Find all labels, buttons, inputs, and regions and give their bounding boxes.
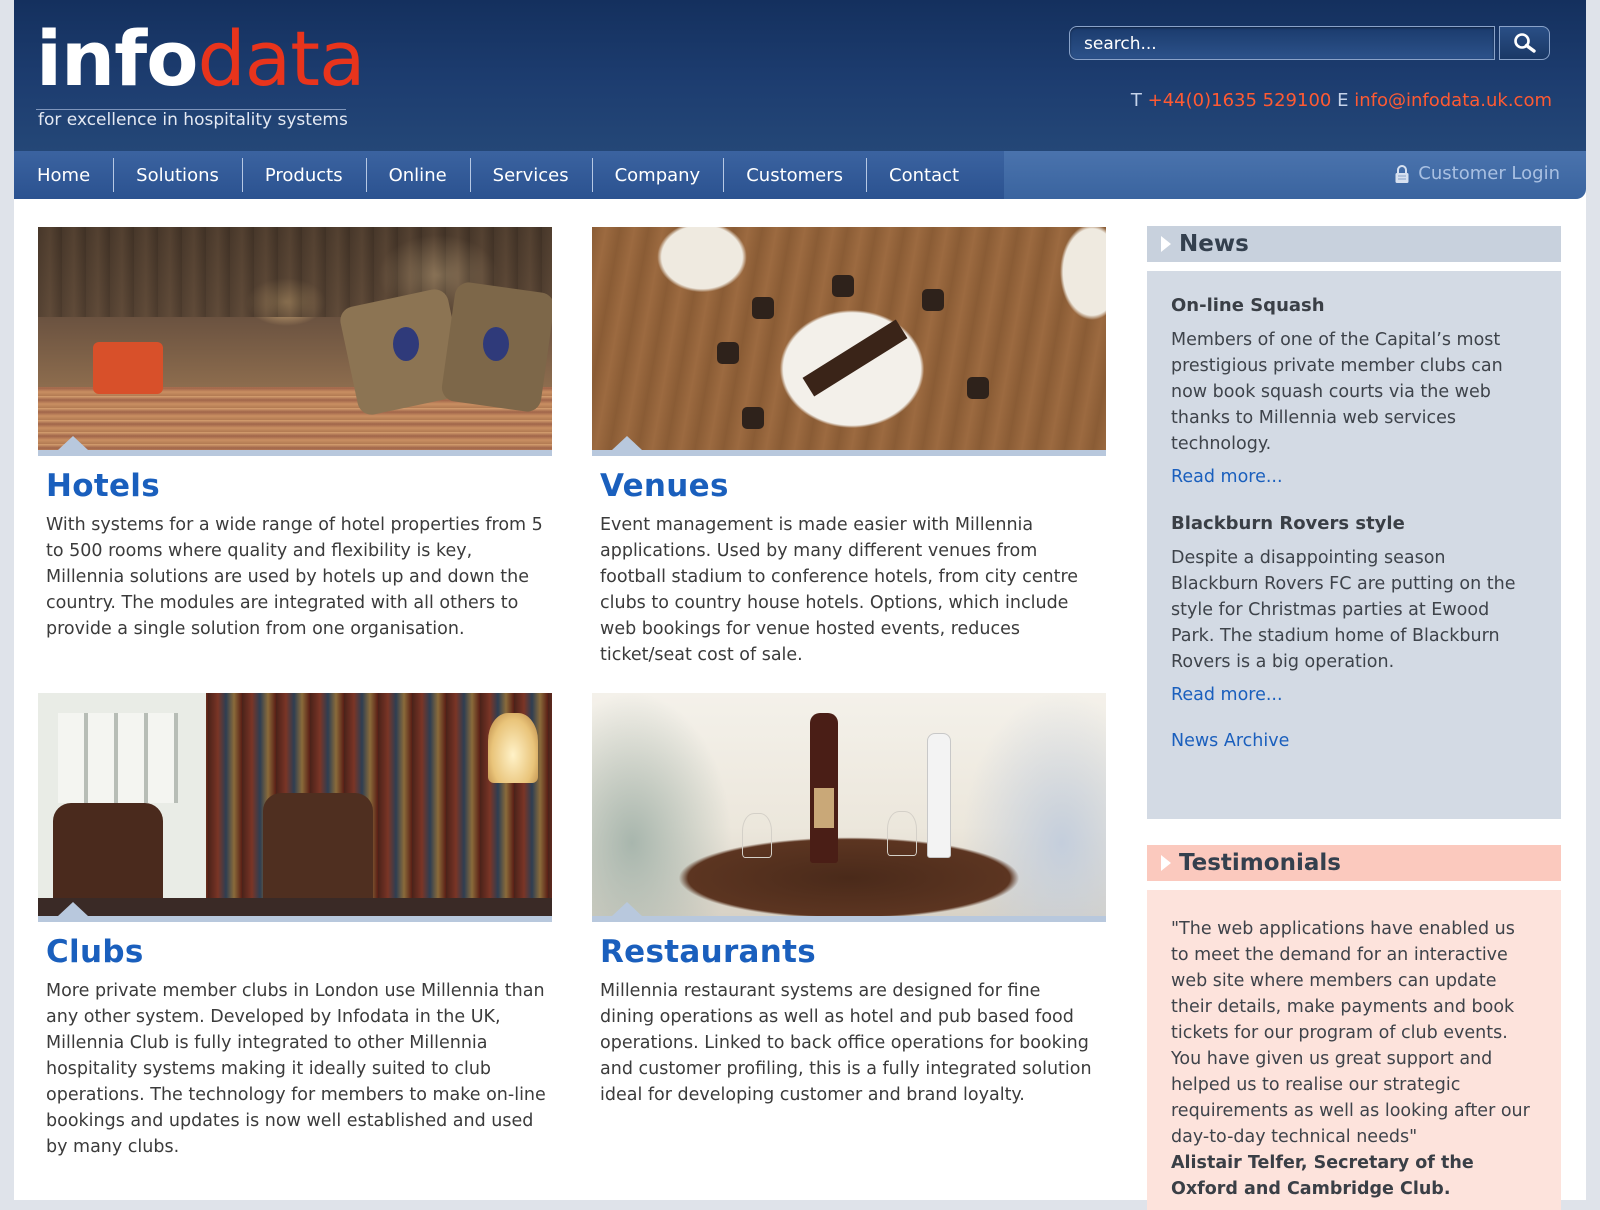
block-restaurants: Restaurants Millennia restaurant systems… [592, 693, 1106, 1108]
triangle-right-icon [1161, 855, 1171, 871]
testimonials-heading: Testimonials [1179, 850, 1341, 876]
venues-chair-4 [967, 377, 989, 399]
venues-image[interactable] [592, 227, 1106, 456]
news-item-title: Blackburn Rovers style [1171, 513, 1405, 534]
clubs-window-shape [58, 713, 178, 803]
restaurants-glass [742, 813, 772, 858]
phone-number[interactable]: +44(0)1635 529100 [1148, 90, 1332, 111]
nav-item-products[interactable]: Products [241, 151, 366, 199]
nav-item-solutions[interactable]: Solutions [113, 151, 242, 199]
block-text-restaurants: Millennia restaurant systems are designe… [600, 981, 1092, 1105]
logo-info-text: info [36, 14, 198, 103]
venues-chair [752, 297, 774, 319]
main-navigation: Home Solutions Products Online Services … [14, 151, 1586, 199]
hotels-bird-motif-2 [483, 327, 509, 361]
nav-item-home[interactable]: Home [14, 151, 113, 199]
triangle-right-icon [1161, 236, 1171, 252]
site-header: infodata for excellence in hospitality s… [14, 0, 1586, 151]
customer-login-label: Customer Login [1418, 163, 1560, 184]
venues-chair-3 [922, 289, 944, 311]
read-more-link[interactable]: Read more... [1171, 685, 1537, 705]
lock-icon [1395, 164, 1409, 183]
testimonial-quote: "The web applications have enabled us to… [1171, 919, 1530, 1147]
block-title-clubs[interactable]: Clubs [46, 934, 552, 970]
nav-item-contact[interactable]: Contact [866, 151, 982, 199]
customer-login-link[interactable]: Customer Login [1394, 163, 1560, 184]
image-notch [58, 436, 88, 450]
news-item: On-line Squash Members of one of the Cap… [1171, 295, 1537, 487]
news-archive-link[interactable]: News Archive [1171, 731, 1537, 751]
block-hotels: Hotels With systems for a wide range of … [38, 227, 552, 642]
clubs-lamp-shape [488, 713, 538, 783]
news-item-title: On-line Squash [1171, 295, 1325, 316]
block-title-restaurants[interactable]: Restaurants [600, 934, 1106, 970]
search-box [1069, 26, 1495, 60]
venues-table-runner [802, 319, 908, 397]
block-text-hotels: With systems for a wide range of hotel p… [46, 515, 543, 639]
search-input[interactable] [1070, 27, 1494, 59]
block-clubs: Clubs More private member clubs in Londo… [38, 693, 552, 1160]
contact-line: T +44(0)1635 529100 E info@infodata.uk.c… [1131, 90, 1552, 111]
page: infodata for excellence in hospitality s… [14, 0, 1586, 1210]
block-venues: Venues Event management is made easier w… [592, 227, 1106, 668]
news-item-text: Members of one of the Capital’s most pre… [1171, 330, 1503, 454]
venues-chair-2 [832, 275, 854, 297]
logo-tagline: for excellence in hospitality systems [38, 110, 348, 130]
hotels-bird-motif [393, 327, 419, 361]
clubs-floor-shape [38, 898, 552, 916]
restaurants-wine-label [814, 788, 834, 828]
news-item: Blackburn Rovers style Despite a disappo… [1171, 513, 1537, 705]
hotels-red-cushion-shape [93, 342, 163, 394]
infodata-logo[interactable]: infodata for excellence in hospitality s… [36, 14, 366, 139]
venues-chair-5 [742, 407, 764, 429]
news-heading-bar: News [1147, 226, 1561, 262]
image-notch [612, 436, 642, 450]
magnifier-icon [1513, 33, 1536, 53]
logo-data-text: data [197, 14, 365, 103]
news-heading: News [1179, 231, 1249, 257]
phone-label: T [1130, 90, 1142, 111]
logo-wordmark: infodata [36, 14, 366, 104]
restaurants-image[interactable] [592, 693, 1106, 922]
nav-item-online[interactable]: Online [365, 151, 470, 199]
venues-chair-6 [717, 342, 739, 364]
restaurants-water-bottle [927, 733, 951, 858]
testimonials-panel: "The web applications have enabled us to… [1147, 890, 1561, 1210]
nav-item-company[interactable]: Company [591, 151, 724, 199]
image-notch [612, 902, 642, 916]
block-title-hotels[interactable]: Hotels [46, 468, 552, 504]
block-text-venues: Event management is made easier with Mil… [600, 515, 1079, 665]
read-more-link[interactable]: Read more... [1171, 467, 1537, 487]
news-panel: On-line Squash Members of one of the Cap… [1147, 271, 1561, 819]
email-link[interactable]: info@infodata.uk.com [1354, 90, 1552, 111]
testimonial-author: Alistair Telfer, Secretary of the Oxford… [1171, 1153, 1474, 1199]
block-text-clubs: More private member clubs in London use … [46, 981, 546, 1157]
nav-item-services[interactable]: Services [469, 151, 592, 199]
clubs-armchair [53, 803, 163, 913]
hotels-image[interactable] [38, 227, 552, 456]
search-button[interactable] [1499, 26, 1550, 60]
nav-menu: Home Solutions Products Online Services … [14, 151, 1004, 199]
clubs-armchair-2 [263, 793, 373, 908]
news-item-text: Despite a disappointing season Blackburn… [1171, 548, 1516, 672]
testimonials-heading-bar: Testimonials [1147, 845, 1561, 881]
clubs-image[interactable] [38, 693, 552, 922]
image-notch [58, 902, 88, 916]
block-title-venues[interactable]: Venues [600, 468, 1106, 504]
restaurants-glass-2 [887, 811, 917, 856]
email-label: E [1337, 90, 1349, 111]
nav-item-customers[interactable]: Customers [723, 151, 866, 199]
